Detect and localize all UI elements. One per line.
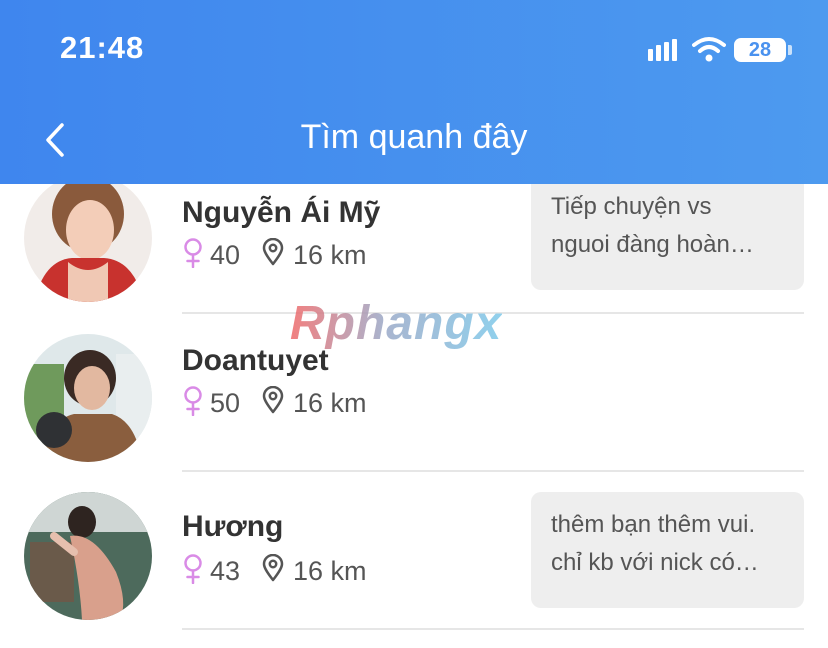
- user-distance: 16 km: [293, 240, 367, 271]
- divider: [182, 470, 804, 472]
- status-message-line: Tiếp chuyện vs: [551, 188, 784, 226]
- user-age: 40: [210, 240, 240, 271]
- status-time: 21:48: [60, 30, 144, 66]
- avatar[interactable]: [24, 334, 152, 462]
- avatar[interactable]: [24, 184, 152, 302]
- divider: [182, 628, 804, 630]
- list-item[interactable]: Doantuyet 50 16 km: [0, 334, 828, 474]
- user-distance: 16 km: [293, 556, 367, 587]
- status-message-bubble: thêm bạn thêm vui. chỉ kb với nick có…: [531, 492, 804, 608]
- battery-icon: 28: [734, 38, 786, 62]
- status-message-line: chỉ kb với nick có…: [551, 544, 784, 582]
- location-pin-icon: [262, 386, 284, 414]
- page-title: Tìm quanh đây: [0, 118, 828, 157]
- user-age: 43: [210, 556, 240, 587]
- status-icons: 28: [648, 35, 794, 65]
- status-message-line: thêm bạn thêm vui.: [551, 506, 784, 544]
- status-message-bubble: Tiếp chuyện vs nguoi đàng hoàn…: [531, 184, 804, 290]
- list-item[interactable]: Nguyễn Ái Mỹ 40 16 km Tiếp chuyện vs ngu…: [0, 184, 828, 314]
- watermark: Rphangx: [290, 296, 502, 351]
- female-icon: [182, 386, 204, 416]
- avatar[interactable]: [24, 492, 152, 620]
- list-item[interactable]: Hương 43 16 km thêm bạn thêm vui. chỉ kb…: [0, 492, 828, 632]
- user-name: Hương: [182, 510, 283, 544]
- user-age: 50: [210, 388, 240, 419]
- location-pin-icon: [262, 554, 284, 582]
- signal-icon: [648, 39, 684, 61]
- user-name: Nguyễn Ái Mỹ: [182, 196, 380, 230]
- status-message-line: nguoi đàng hoàn…: [551, 226, 784, 264]
- female-icon: [182, 238, 204, 268]
- female-icon: [182, 554, 204, 584]
- wifi-icon: [692, 36, 726, 62]
- nearby-user-list: Nguyễn Ái Mỹ 40 16 km Tiếp chuyện vs ngu…: [0, 184, 828, 648]
- user-distance: 16 km: [293, 388, 367, 419]
- location-pin-icon: [262, 238, 284, 266]
- battery-tip: [788, 45, 792, 55]
- app-header: 21:48 28 Tìm quanh đây: [0, 0, 828, 184]
